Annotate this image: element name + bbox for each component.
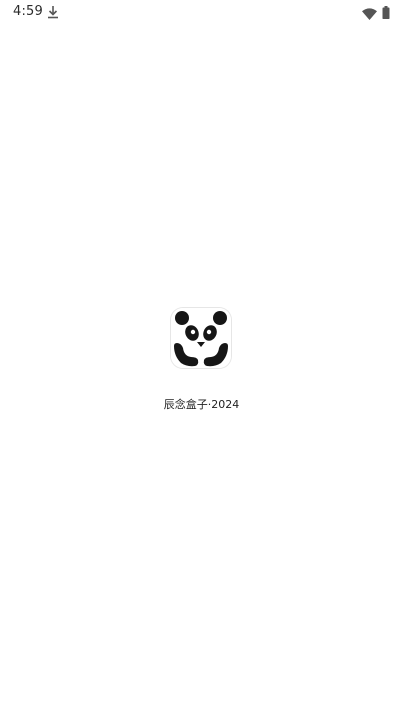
status-time: 4:59 — [13, 4, 43, 19]
app-name: 辰念盒子·2024 — [163, 398, 240, 411]
download-icon — [46, 4, 60, 19]
splash-screen: 4:59 辰念盒子·2024 — [0, 0, 403, 718]
status-bar: 4:59 — [0, 0, 403, 24]
battery-icon — [382, 4, 390, 19]
wifi-icon — [362, 5, 377, 20]
panda-logo-icon — [171, 308, 231, 368]
